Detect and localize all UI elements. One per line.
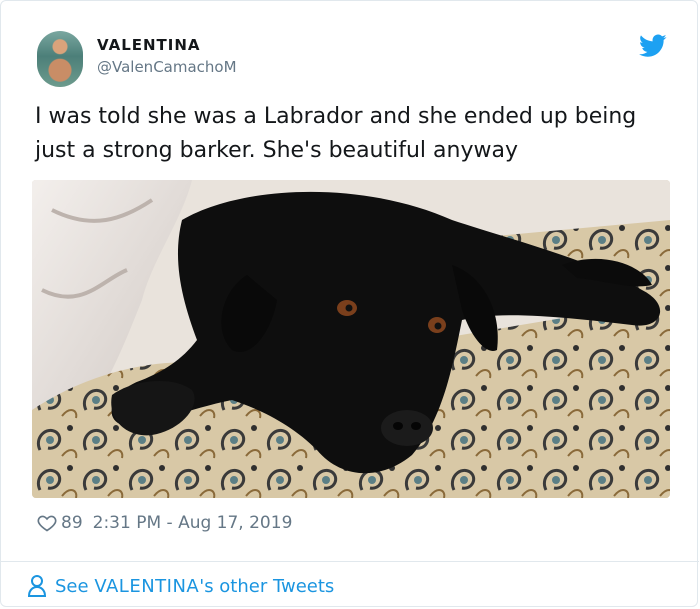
dog-photo-illustration	[32, 180, 670, 498]
person-icon	[27, 575, 47, 597]
tweet-meta: 89 2:31 PM - Aug 17, 2019	[37, 511, 292, 535]
footer-prefix: See	[55, 575, 89, 597]
tweet-text: I was told she was a Labrador and she en…	[35, 104, 637, 163]
see-other-tweets-link[interactable]: See VALENTINA's other Tweets	[27, 574, 334, 598]
divider	[1, 561, 699, 562]
tweet-card: VALENTINA @ValenCamachoM I was told she …	[0, 0, 699, 607]
avatar[interactable]	[37, 31, 83, 87]
author-name[interactable]: VALENTINA	[97, 36, 201, 54]
twitter-bird-icon[interactable]	[639, 34, 667, 58]
heart-icon[interactable]	[37, 513, 57, 533]
tweet-timestamp[interactable]: 2:31 PM - Aug 17, 2019	[93, 513, 293, 533]
tweet-photo[interactable]	[32, 180, 670, 498]
author-handle[interactable]: @ValenCamachoM	[97, 58, 237, 76]
tweet-header: VALENTINA @ValenCamachoM	[37, 31, 667, 89]
like-count[interactable]: 89	[61, 513, 83, 533]
footer-suffix: 's other Tweets	[199, 575, 335, 597]
footer-name: VALENTINA	[94, 575, 200, 597]
